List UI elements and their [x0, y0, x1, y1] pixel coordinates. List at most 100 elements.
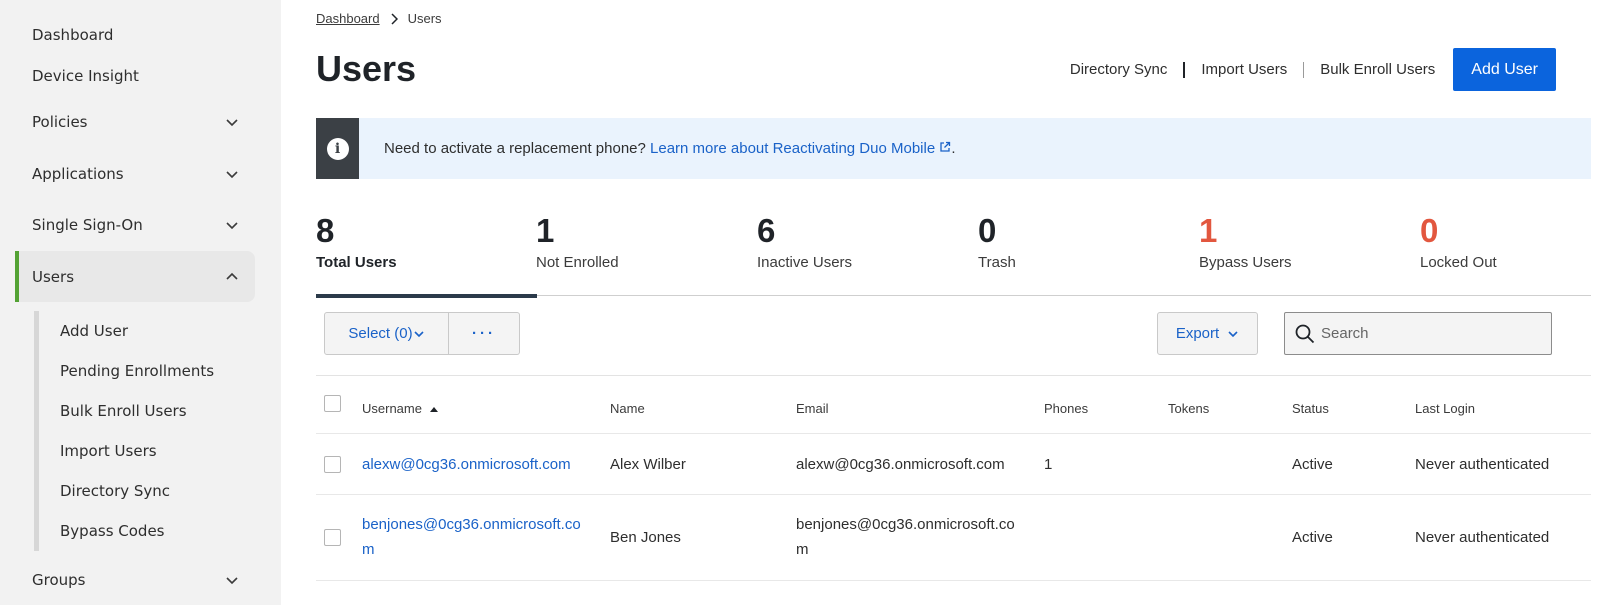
- sidebar: Dashboard Device Insight Policies Applic…: [0, 0, 281, 605]
- select-all-checkbox[interactable]: [324, 395, 341, 412]
- username-link[interactable]: alexw@0cg36.onmicrosoft.com: [362, 452, 571, 477]
- stat-value: 1: [1199, 212, 1218, 249]
- stat-label: Total Users: [316, 254, 397, 271]
- sidebar-item-groups[interactable]: Groups: [32, 566, 252, 594]
- user-status: Active: [1292, 529, 1333, 546]
- sidebar-item-single-sign-on[interactable]: Single Sign-On: [32, 211, 252, 239]
- sidebar-item-label: Policies: [32, 113, 88, 131]
- users-table: Username Name Email Phones Tokens Status…: [316, 376, 1591, 581]
- stat-inactive-users[interactable]: 6 Inactive Users: [757, 208, 978, 296]
- chevron-down-icon: [414, 330, 424, 337]
- sidebar-item-label: Device Insight: [32, 67, 139, 85]
- export-button[interactable]: Export: [1157, 312, 1258, 355]
- subnav-item-pending-enrollments[interactable]: Pending Enrollments: [60, 362, 214, 380]
- breadcrumb: Dashboard Users: [316, 11, 442, 26]
- sidebar-item-label: Users: [32, 268, 75, 286]
- stat-label: Locked Out: [1420, 254, 1497, 271]
- user-name: Alex Wilber: [610, 456, 686, 473]
- breadcrumb-link-dashboard[interactable]: Dashboard: [316, 11, 380, 26]
- stat-not-enrolled[interactable]: 1 Not Enrolled: [536, 208, 757, 296]
- row-checkbox[interactable]: [324, 529, 341, 546]
- column-header-tokens[interactable]: Tokens: [1168, 396, 1209, 421]
- info-banner: i Need to activate a replacement phone? …: [316, 118, 1591, 179]
- chevron-right-icon: [391, 12, 398, 25]
- stat-total-users[interactable]: 8 Total Users: [316, 208, 537, 298]
- sidebar-item-label: Dashboard: [32, 26, 114, 44]
- chevron-down-icon: [226, 171, 238, 179]
- search-input[interactable]: [1321, 325, 1541, 342]
- subnav-item-bulk-enroll-users[interactable]: Bulk Enroll Users: [60, 402, 187, 420]
- user-last-login: Never authenticated: [1415, 529, 1550, 546]
- chevron-up-icon: [226, 272, 238, 280]
- stat-label: Bypass Users: [1199, 254, 1292, 271]
- table-toolbar: Select (0) ··· Export: [316, 296, 1591, 376]
- sidebar-item-label: Applications: [32, 165, 124, 183]
- stat-value: 6: [757, 212, 776, 249]
- add-user-button[interactable]: Add User: [1453, 48, 1556, 91]
- sort-ascending-icon: [429, 407, 438, 413]
- column-header-username[interactable]: Username: [362, 396, 438, 421]
- more-actions-button[interactable]: ···: [449, 312, 520, 355]
- header-actions: Directory Sync Import Users Bulk Enroll …: [1054, 48, 1556, 91]
- table-header-row: Username Name Email Phones Tokens Status…: [316, 376, 1591, 434]
- user-email: alexw@0cg36.onmicrosoft.com: [796, 456, 1005, 473]
- user-last-login: Never authenticated: [1415, 456, 1550, 473]
- user-status: Active: [1292, 456, 1333, 473]
- user-phones: 1: [1044, 456, 1053, 473]
- chevron-down-icon: [1228, 330, 1238, 337]
- stat-value: 0: [1420, 212, 1439, 249]
- column-header-phones[interactable]: Phones: [1044, 396, 1088, 421]
- sidebar-item-policies[interactable]: Policies: [32, 108, 252, 136]
- stat-locked-out[interactable]: 0 Locked Out: [1420, 208, 1600, 296]
- column-header-label: Username: [362, 401, 422, 416]
- stat-label: Not Enrolled: [536, 254, 619, 271]
- reactivate-duo-link[interactable]: Learn more about Reactivating Duo Mobile: [650, 140, 951, 157]
- banner-text: Need to activate a replacement phone?: [384, 140, 646, 157]
- sidebar-active-indicator: [15, 251, 19, 302]
- select-label: Select (0): [348, 325, 413, 342]
- import-users-link[interactable]: Import Users: [1185, 61, 1303, 78]
- email-line: m: [796, 541, 809, 558]
- banner-suffix: .: [951, 140, 956, 157]
- sidebar-item-users[interactable]: Users: [32, 263, 252, 291]
- column-header-email[interactable]: Email: [796, 396, 829, 421]
- sidebar-item-dashboard[interactable]: Dashboard: [32, 21, 252, 49]
- user-email: benjones@0cg36.onmicrosoft.co m: [796, 512, 1015, 562]
- column-header-name[interactable]: Name: [610, 396, 645, 421]
- subnav-item-bypass-codes[interactable]: Bypass Codes: [60, 522, 165, 540]
- chevron-down-icon: [226, 577, 238, 585]
- stat-bypass-users[interactable]: 1 Bypass Users: [1199, 208, 1420, 296]
- stat-label: Inactive Users: [757, 254, 853, 271]
- external-link-icon: [940, 141, 951, 152]
- subnav-item-import-users[interactable]: Import Users: [60, 442, 157, 460]
- subnav-line: [34, 311, 39, 551]
- directory-sync-link[interactable]: Directory Sync: [1054, 61, 1184, 78]
- row-checkbox[interactable]: [324, 456, 341, 473]
- search-box: [1284, 312, 1552, 355]
- sidebar-item-label: Groups: [32, 571, 86, 589]
- export-label: Export: [1175, 325, 1220, 342]
- sidebar-item-device-insight[interactable]: Device Insight: [32, 62, 252, 90]
- stat-value: 1: [536, 212, 555, 249]
- subnav-item-add-user[interactable]: Add User: [60, 322, 128, 340]
- email-line: benjones@0cg36.onmicrosoft.co: [796, 516, 1015, 533]
- username-line: benjones@0cg36.onmicrosoft.co: [362, 516, 581, 533]
- username-link[interactable]: benjones@0cg36.onmicrosoft.co m: [362, 512, 581, 562]
- table-row: benjones@0cg36.onmicrosoft.co m Ben Jone…: [316, 495, 1591, 581]
- username-line: m: [362, 541, 375, 558]
- subnav-item-directory-sync[interactable]: Directory Sync: [60, 482, 170, 500]
- stat-value: 8: [316, 212, 335, 249]
- stat-value: 0: [978, 212, 997, 249]
- user-stats: 8 Total Users 1 Not Enrolled 6 Inactive …: [316, 208, 1591, 298]
- column-header-status[interactable]: Status: [1292, 396, 1329, 421]
- bulk-enroll-users-link[interactable]: Bulk Enroll Users: [1304, 61, 1451, 78]
- stat-label: Trash: [978, 254, 1016, 271]
- user-name: Ben Jones: [610, 529, 681, 546]
- sidebar-item-applications[interactable]: Applications: [32, 160, 252, 188]
- chevron-down-icon: [226, 222, 238, 230]
- page-title: Users: [316, 48, 417, 89]
- info-icon: i: [326, 137, 349, 160]
- stat-trash[interactable]: 0 Trash: [978, 208, 1199, 296]
- column-header-last-login[interactable]: Last Login: [1415, 396, 1475, 421]
- select-dropdown-button[interactable]: Select (0): [324, 312, 449, 355]
